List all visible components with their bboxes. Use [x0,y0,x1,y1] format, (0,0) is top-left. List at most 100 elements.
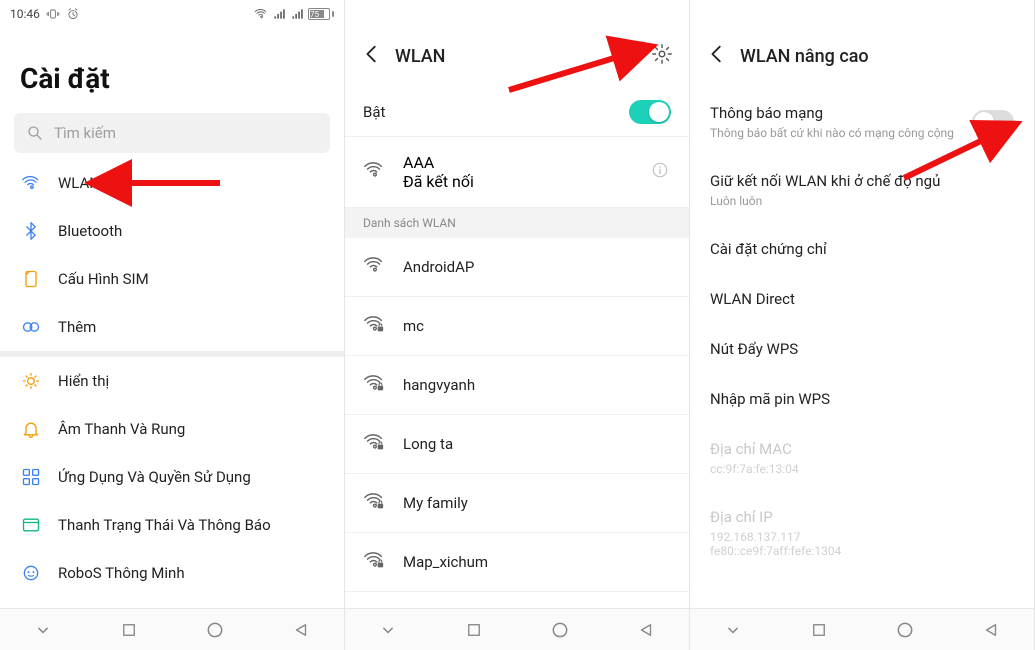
network-row[interactable]: Long ta [345,415,689,474]
triangle-icon [637,621,655,639]
ssid-label: AAA [403,153,651,172]
panel-title: WLAN nâng cao [740,46,869,67]
wifi-status-icon [254,7,268,21]
circle-icon [205,620,225,640]
statusbar-icon [21,515,41,535]
nav-home-button[interactable] [549,619,571,641]
row-label: Hiển thị [58,372,109,390]
sidebar-item-sim[interactable]: Cấu Hình SIM [0,255,344,303]
chevron-down-icon [33,620,53,640]
sidebar-item-wlan[interactable]: WLAN [0,159,344,207]
wifi-lock-icon [363,490,385,512]
sidebar-item-robos[interactable]: RoboS Thông Minh [0,549,344,597]
wlan-list-header: Danh sách WLAN [345,208,689,238]
network-row[interactable]: hangvyanh [345,356,689,415]
signal-icon-2 [290,7,304,21]
sim-icon [21,269,41,289]
network-row[interactable]: p2 [345,592,689,608]
robo-icon [21,563,41,583]
row-title: WLAN Direct [710,290,1014,308]
wifi-icon [21,173,41,193]
status-bar: 10:46 75 [0,0,344,28]
row-title: Nút Đẩy WPS [710,340,1014,358]
panel-title: WLAN [395,46,445,67]
ssid-label: Long ta [403,435,671,453]
sleep-policy-row[interactable]: Giữ kết nối WLAN khi ở chế độ ngủ Luôn l… [690,156,1034,224]
network-row[interactable]: mc [345,297,689,356]
grid-icon [21,467,41,487]
nav-menu-button[interactable] [722,619,744,641]
sidebar-item-bluetooth[interactable]: Bluetooth [0,207,344,255]
row-subtitle: Luôn luôn [710,194,1014,208]
row-subtitle: 192.168.137.117 fe80::ce9f:7aff:fefe:130… [710,530,1014,558]
back-button[interactable] [361,43,383,70]
network-row[interactable]: AndroidAP [345,238,689,297]
signal-icon [272,7,286,21]
navigation-bar [0,608,344,650]
nav-menu-button[interactable] [377,619,399,641]
notify-toggle[interactable] [972,110,1014,134]
row-label: WLAN [58,174,100,192]
sidebar-item-display[interactable]: Hiển thị [0,357,344,405]
row-subtitle: Thông báo bất cứ khi nào có mạng công cộ… [710,126,972,140]
search-input[interactable]: Tìm kiếm [14,113,330,153]
wlan-toggle[interactable] [629,100,671,124]
wifi-lock-icon [363,431,385,453]
search-placeholder: Tìm kiếm [54,124,116,142]
vibrate-icon [46,7,60,21]
nav-home-button[interactable] [894,619,916,641]
wifi-icon [363,254,385,276]
nav-back-button[interactable] [290,619,312,641]
wlan-settings-button[interactable] [651,43,673,70]
wlan-enable-row[interactable]: Bật [345,88,689,136]
sidebar-item-more[interactable]: Thêm [0,303,344,351]
panel-header: WLAN nâng cao [690,24,1034,88]
ssid-label: hangvyanh [403,376,671,394]
nav-recents-button[interactable] [118,619,140,641]
install-certificates-row[interactable]: Cài đặt chứng chỉ [690,224,1034,274]
back-icon [361,43,383,65]
wifi-lock-icon [363,313,385,335]
back-button[interactable] [706,43,728,70]
navigation-bar [690,608,1034,650]
sidebar-item-sboost[interactable]: S Boost [0,597,344,608]
enable-label: Bật [363,103,629,121]
wlan-direct-row[interactable]: WLAN Direct [690,274,1034,324]
row-title: Nhập mã pin WPS [710,390,1014,408]
wps-pin-row[interactable]: Nhập mã pin WPS [690,374,1034,424]
alarm-icon [66,7,80,21]
connected-network-row[interactable]: AAA Đã kết nối [345,136,689,208]
ssid-label: AndroidAP [403,258,671,276]
nav-home-button[interactable] [204,619,226,641]
network-info-button[interactable] [651,161,671,183]
chevron-down-icon [378,620,398,640]
square-icon [810,621,828,639]
status-time: 10:46 [10,7,40,21]
wps-push-row[interactable]: Nút Đẩy WPS [690,324,1034,374]
sidebar-item-sound[interactable]: Âm Thanh Và Rung [0,405,344,453]
wlan-advanced-panel: WLAN nâng cao Thông báo mạng Thông báo b… [690,0,1035,650]
gear-icon [651,43,673,65]
nav-menu-button[interactable] [32,619,54,641]
circle-icon [895,620,915,640]
row-title: Cài đặt chứng chỉ [710,240,1014,258]
nav-recents-button[interactable] [463,619,485,641]
circle-icon [550,620,570,640]
ssid-label: mc [403,317,671,335]
sidebar-item-apps[interactable]: Ứng Dụng Và Quyền Sử Dụng [0,453,344,501]
wifi-lock-icon [363,372,385,394]
panel-header: WLAN [345,24,689,88]
sidebar-item-statusbar[interactable]: Thanh Trạng Thái Và Thông Báo [0,501,344,549]
row-label: Thanh Trạng Thái Và Thông Báo [58,516,271,534]
network-row[interactable]: My family [345,474,689,533]
network-row[interactable]: Map_xichum [345,533,689,592]
triangle-icon [292,621,310,639]
row-label: RoboS Thông Minh [58,564,185,582]
nav-back-button[interactable] [635,619,657,641]
nav-recents-button[interactable] [808,619,830,641]
ssid-label: Map_xichum [403,553,671,571]
nav-back-button[interactable] [980,619,1002,641]
mac-address-row: Địa chỉ MAC cc:9f:7a:fe:13:04 [690,424,1034,492]
network-notification-row[interactable]: Thông báo mạng Thông báo bất cứ khi nào … [690,88,1034,156]
page-title: Cài đặt [0,28,344,113]
